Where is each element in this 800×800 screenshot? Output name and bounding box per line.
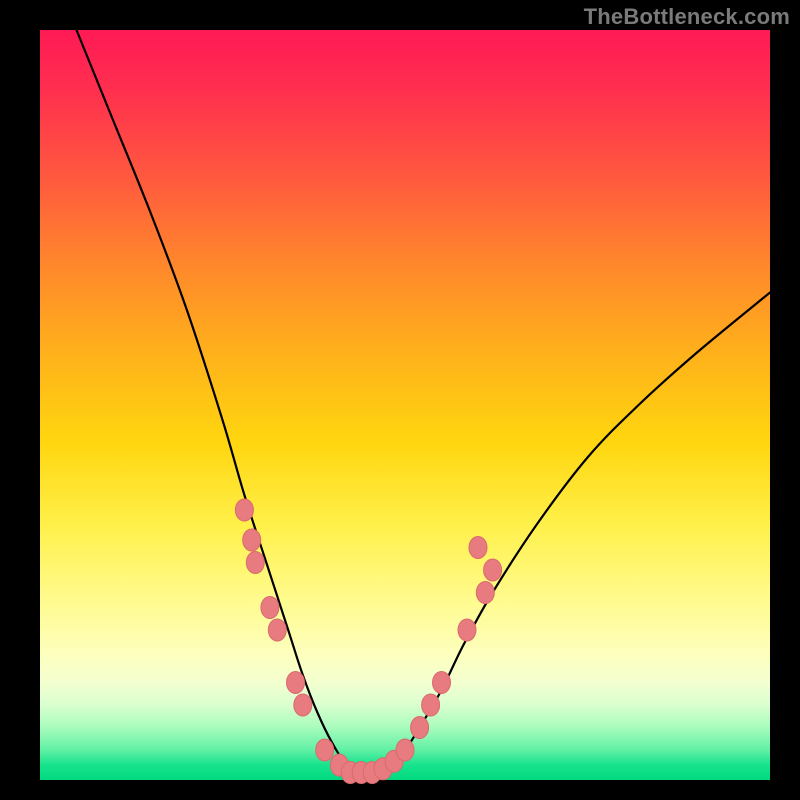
curve-marker [268, 619, 286, 641]
curve-markers [235, 499, 501, 784]
curve-marker [243, 529, 261, 551]
curve-marker [396, 739, 414, 761]
curve-svg [40, 30, 770, 780]
curve-marker [484, 559, 502, 581]
curve-marker [422, 694, 440, 716]
curve-marker [458, 619, 476, 641]
curve-marker [246, 552, 264, 574]
bottleneck-curve [77, 30, 771, 773]
curve-marker [316, 739, 334, 761]
watermark-text: TheBottleneck.com [584, 4, 790, 30]
curve-marker [411, 717, 429, 739]
curve-marker [261, 597, 279, 619]
chart-frame: TheBottleneck.com [0, 0, 800, 800]
curve-marker [476, 582, 494, 604]
plot-area [40, 30, 770, 780]
curve-marker [294, 694, 312, 716]
curve-marker [433, 672, 451, 694]
curve-marker [469, 537, 487, 559]
curve-marker [287, 672, 305, 694]
curve-marker [235, 499, 253, 521]
